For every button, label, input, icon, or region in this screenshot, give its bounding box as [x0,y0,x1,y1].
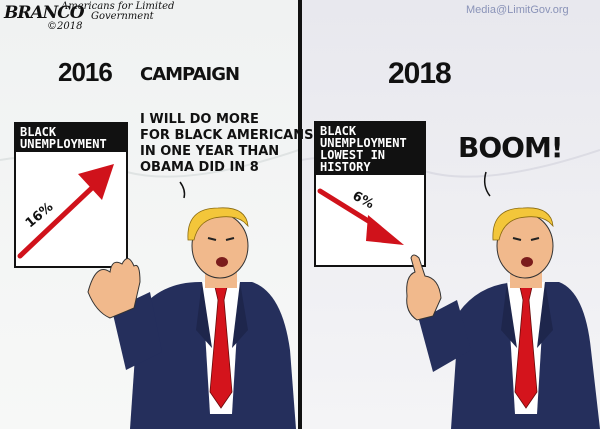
cartoon: BRANCO Americans for Limited Government … [0,0,600,429]
right-figure [406,207,600,429]
left-figure [87,207,296,429]
